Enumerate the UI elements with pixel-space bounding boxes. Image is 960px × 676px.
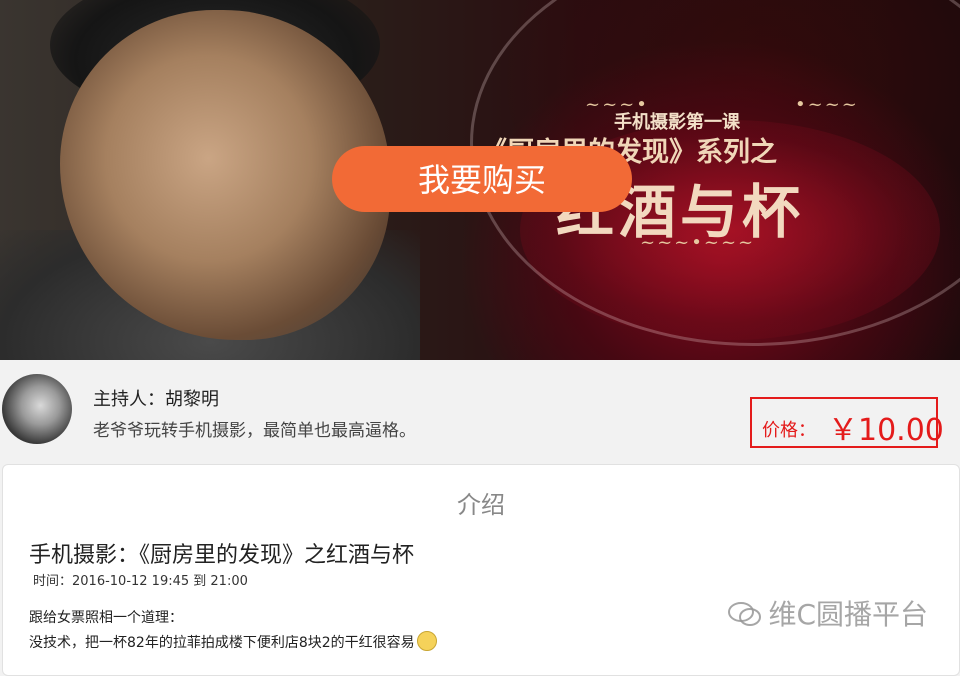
host-avatar[interactable] [2, 374, 72, 444]
wechat-icon [728, 602, 762, 626]
price-label: 价格： [762, 420, 816, 441]
buy-button[interactable]: 我要购买 [332, 146, 632, 212]
host-description: 老爷爷玩转手机摄影，最简单也最高逼格。 [93, 421, 416, 441]
intro-line-2-text: 没技术，把一杯82年的拉菲拍成楼下便利店8块2的干红很容易 [29, 635, 415, 651]
price-box: 价格： ￥10.00 [750, 397, 944, 448]
price-value: ￥10.00 [828, 413, 944, 448]
intro-line-1: 跟给女票照相一个道理： [29, 610, 183, 626]
confused-emoji-icon [416, 631, 437, 651]
watermark: 维C圆播平台 [728, 593, 928, 633]
watermark-text: 维C圆播平台 [768, 598, 928, 631]
ornament-right: •~~~ [795, 94, 859, 115]
course-title: 手机摄影：《厨房里的发现》之红酒与杯 [29, 543, 415, 568]
intro-heading: 介绍 [457, 491, 505, 519]
intro-card: 介绍 手机摄影：《厨房里的发现》之红酒与杯 时间：2016-10-12 19:4… [2, 464, 960, 676]
host-name: 主持人：胡黎明 [93, 389, 219, 410]
intro-line-2: 没技术，把一杯82年的拉菲拍成楼下便利店8块2的干红很容易 [29, 631, 437, 652]
course-time: 时间：2016-10-12 19:45 到 21:00 [33, 574, 248, 589]
ornament-bottom: ~~~•~~~ [640, 232, 756, 253]
